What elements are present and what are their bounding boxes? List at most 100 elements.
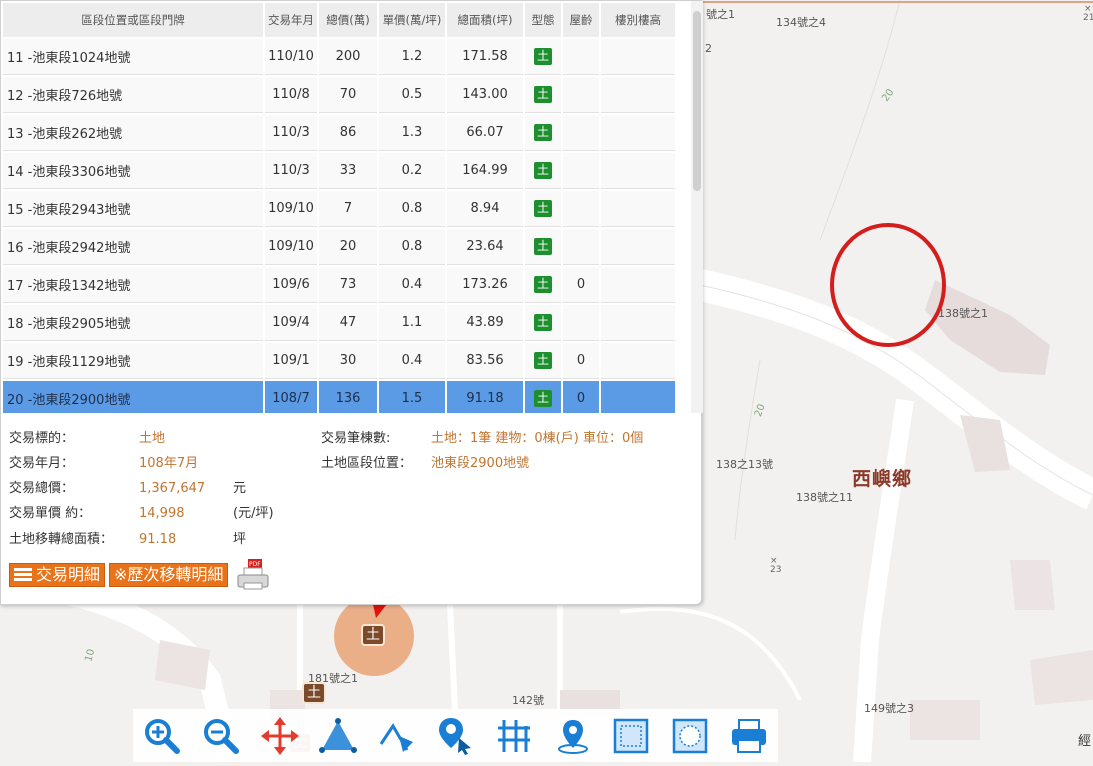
cell-unit: 1.1 <box>379 305 445 341</box>
cell-date: 109/6 <box>265 267 317 303</box>
scrollbar-thumb[interactable] <box>693 11 701 191</box>
table-row[interactable]: 11 -池東段1024地號 110/10 200 1.2 171.58 土 <box>3 39 675 75</box>
measure-distance-button[interactable] <box>375 714 419 758</box>
transaction-detail-button[interactable]: 交易明細 <box>9 563 106 587</box>
cell-total: 86 <box>319 115 377 151</box>
cell-area: 91.18 <box>447 381 523 413</box>
print-button[interactable] <box>727 714 771 758</box>
col-header-area: 總面積(坪) <box>447 3 523 37</box>
col-header-address: 區段位置或區段門牌 <box>3 3 263 37</box>
polygon-measure-icon <box>319 717 358 753</box>
zoom-out-button[interactable] <box>199 714 243 758</box>
cell-date: 110/3 <box>265 153 317 189</box>
circle-select-icon <box>672 718 708 753</box>
cell-floor <box>601 191 675 227</box>
cell-age <box>563 153 599 189</box>
table-row[interactable]: 18 -池東段2905地號 109/4 47 1.1 43.89 土 <box>3 305 675 341</box>
cell-unit: 0.4 <box>379 267 445 303</box>
detail-value: 池東段2900地號 <box>431 456 530 471</box>
cell-total: 70 <box>319 77 377 113</box>
cell-floor <box>601 229 675 265</box>
cell-age <box>563 305 599 341</box>
table-row[interactable]: 16 -池東段2942地號 109/10 20 0.8 23.64 土 <box>3 229 675 265</box>
col-header-total: 總價(萬) <box>319 3 377 37</box>
cell-age <box>563 77 599 113</box>
cell-total: 30 <box>319 343 377 379</box>
zoom-in-button[interactable] <box>140 714 184 758</box>
cell-date: 109/10 <box>265 191 317 227</box>
cell-age <box>563 115 599 151</box>
cell-date: 109/4 <box>265 305 317 341</box>
grid-select-icon <box>614 718 649 753</box>
table-row-selected[interactable]: 20 -池東段2900地號 108/7 136 1.5 91.18 土 0 <box>3 381 675 413</box>
detail-value: 1,367,647 <box>139 481 206 496</box>
detail-label: 交易年月： <box>9 456 75 471</box>
detail-value: 土地：1筆 建物：0棟(戶) 車位：0個 <box>431 431 644 446</box>
cell-total: 200 <box>319 39 377 75</box>
cell-address: 15 -池東段2943地號 <box>3 191 263 227</box>
location-pin-icon <box>557 719 588 754</box>
cell-type: 土 <box>525 229 561 265</box>
cell-date: 110/3 <box>265 115 317 151</box>
detail-area: 土地移轉總面積： 91.18 坪 <box>9 528 246 547</box>
cell-area: 83.56 <box>447 343 523 379</box>
measure-area-button[interactable] <box>316 714 360 758</box>
pdf-print-icon[interactable]: PDF <box>236 559 270 591</box>
cell-unit: 0.8 <box>379 191 445 227</box>
select-rectangle-button[interactable] <box>609 714 653 758</box>
distance-measure-icon <box>379 722 413 752</box>
detail-unit: (元/坪) <box>233 506 274 521</box>
cell-age: 0 <box>563 267 599 303</box>
list-scrollbar[interactable] <box>691 1 703 413</box>
button-label: 交易明細 <box>36 565 101 584</box>
pan-button[interactable] <box>258 714 302 758</box>
transfer-history-button[interactable]: ※歷次移轉明細 <box>109 563 229 587</box>
cell-date: 109/1 <box>265 343 317 379</box>
printer-icon <box>731 718 766 753</box>
detail-label: 交易總價： <box>9 481 75 496</box>
cell-age <box>563 229 599 265</box>
pdf-tag-label: PDF <box>249 561 261 568</box>
transaction-list: 區段位置或區段門牌 交易年月 總價(萬) 單價(萬/坪) 總面積(坪) 型態 屋… <box>1 1 691 413</box>
detail-location: 土地區段位置： 池東段2900地號 <box>321 452 529 471</box>
cell-date: 109/10 <box>265 229 317 265</box>
cell-type: 土 <box>525 77 561 113</box>
detail-date: 交易年月： 108年7月 <box>9 452 198 471</box>
cell-date: 108/7 <box>265 381 317 413</box>
cell-address: 11 -池東段1024地號 <box>3 39 263 75</box>
land-type-icon: 土 <box>534 200 552 217</box>
cell-floor <box>601 115 675 151</box>
locate-click-button[interactable] <box>433 714 477 758</box>
table-row[interactable]: 12 -池東段726地號 110/8 70 0.5 143.00 土 <box>3 77 675 113</box>
cell-unit: 1.3 <box>379 115 445 151</box>
cell-type: 土 <box>525 153 561 189</box>
cell-floor <box>601 381 675 413</box>
table-row[interactable]: 14 -池東段3306地號 110/3 33 0.2 164.99 土 <box>3 153 675 189</box>
detail-label: 土地區段位置： <box>321 456 413 471</box>
cell-type: 土 <box>525 343 561 379</box>
cell-address: 20 -池東段2900地號 <box>3 381 263 413</box>
cell-address: 12 -池東段726地號 <box>3 77 263 113</box>
land-type-icon: 土 <box>534 238 552 255</box>
cell-area: 143.00 <box>447 77 523 113</box>
select-circle-button[interactable] <box>668 714 712 758</box>
location-pin-button[interactable] <box>551 714 595 758</box>
cell-unit: 0.4 <box>379 343 445 379</box>
table-row[interactable]: 13 -池東段262地號 110/3 86 1.3 66.07 土 <box>3 115 675 151</box>
table-row[interactable]: 19 -池東段1129地號 109/1 30 0.4 83.56 土 0 <box>3 343 675 379</box>
cell-floor <box>601 343 675 379</box>
cell-area: 8.94 <box>447 191 523 227</box>
pin-pointer-icon <box>439 717 472 755</box>
cell-age: 0 <box>563 381 599 413</box>
detail-unit: 坪 <box>233 532 247 547</box>
table-row[interactable]: 15 -池東段2943地號 109/10 7 0.8 8.94 土 <box>3 191 675 227</box>
cell-area: 171.58 <box>447 39 523 75</box>
detail-value: 108年7月 <box>139 456 199 471</box>
table-header-row: 區段位置或區段門牌 交易年月 總價(萬) 單價(萬/坪) 總面積(坪) 型態 屋… <box>3 3 675 37</box>
table-row[interactable]: 17 -池東段1342地號 109/6 73 0.4 173.26 土 0 <box>3 267 675 303</box>
detail-total: 交易總價： 1,367,647 元 <box>9 477 246 496</box>
cell-total: 20 <box>319 229 377 265</box>
road-grid-button[interactable] <box>492 714 536 758</box>
cell-floor <box>601 305 675 341</box>
cell-date: 110/10 <box>265 39 317 75</box>
